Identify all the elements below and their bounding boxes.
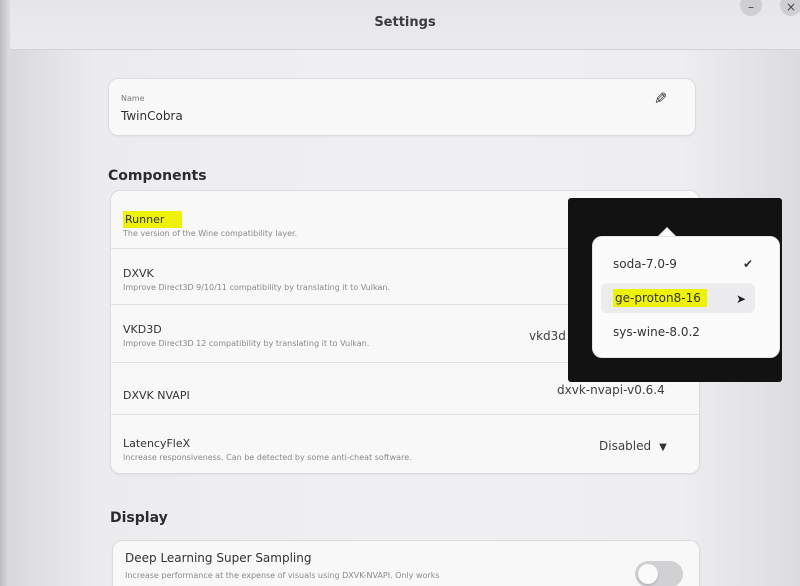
toggle-knob [638,564,658,584]
latencyflex-title: LatencyFleX [123,437,191,450]
latencyflex-value: Disabled [599,439,652,453]
dlss-subtitle: Increase performance at the expense of v… [125,571,440,580]
components-heading: Components [108,168,207,184]
window-edge [0,0,10,586]
dxvk-subtitle: Improve Direct3D 9/10/11 compatibility b… [123,283,390,292]
window-title: Settings [374,15,436,30]
chevron-down-icon: ▼ [659,442,667,453]
runner-option-label: sys-wine-8.0.2 [613,325,700,339]
name-field-value[interactable]: TwinCobra [121,109,183,123]
runner-option-soda[interactable]: soda-7.0-9 ✔ [601,249,755,279]
dxvk-nvapi-value[interactable]: dxvk-nvapi-v0.6.4 [557,383,665,397]
dxvk-nvapi-title: DXVK NVAPI [123,389,190,402]
mouse-pointer-icon: ➤ [736,292,747,306]
title-bar: Settings – × [10,0,800,50]
dxvk-title: DXVK [123,267,154,280]
dlss-toggle[interactable] [635,561,683,586]
pencil-icon[interactable]: ✎ [654,89,667,108]
dlss-title: Deep Learning Super Sampling [125,551,312,565]
vkd3d-value[interactable]: vkd3d [529,329,566,343]
vkd3d-title: VKD3D [123,323,162,336]
latencyflex-row[interactable]: LatencyFleX Increase responsiveness. Can… [111,415,699,475]
name-field-label: Name [121,94,145,103]
dlss-row[interactable]: Deep Learning Super Sampling Increase pe… [113,541,699,586]
latencyflex-dropdown[interactable]: Disabled ▼ [599,439,667,453]
runner-option-label: soda-7.0-9 [613,257,677,271]
close-button[interactable]: × [780,0,800,16]
runner-option-ge-proton[interactable]: ge-proton8-16 [601,283,755,313]
latencyflex-subtitle: Increase responsiveness. Can be detected… [123,453,412,462]
runner-option-label: ge-proton8-16 [613,289,707,307]
runner-title: Runner [123,211,183,228]
name-field[interactable]: Name TwinCobra ✎ [108,78,696,136]
runner-subtitle: The version of the Wine compatibility la… [123,229,298,238]
checkmark-icon: ✔ [742,257,753,271]
runner-option-sys-wine[interactable]: sys-wine-8.0.2 [601,317,755,347]
display-heading: Display [110,510,168,526]
minimize-button[interactable]: – [740,0,762,16]
vkd3d-subtitle: Improve Direct3D 12 compatibility by tra… [123,339,370,348]
runner-popover: soda-7.0-9 ✔ ge-proton8-16 sys-wine-8.0.… [592,236,780,358]
display-list: Deep Learning Super Sampling Increase pe… [112,540,700,586]
